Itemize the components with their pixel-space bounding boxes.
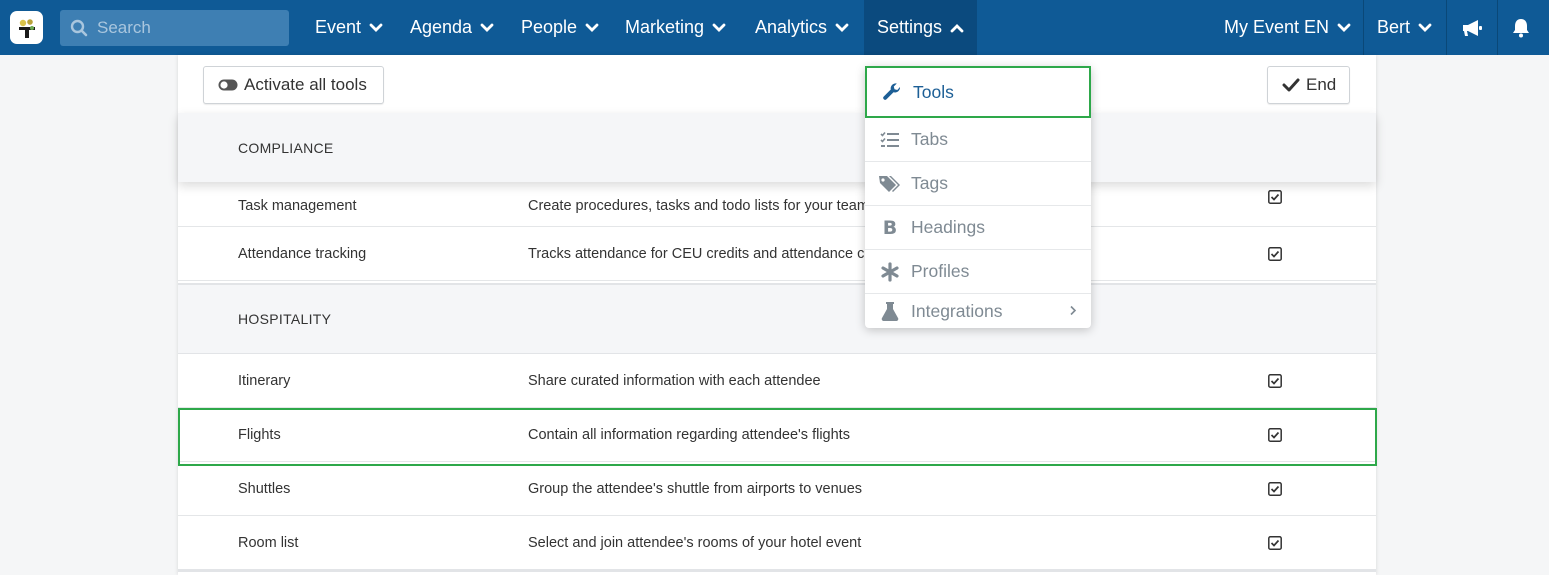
checkbox-checked-icon[interactable] [1268,536,1282,550]
menu-item-integrations[interactable]: Integrations [865,294,1091,328]
flask-icon [878,301,902,321]
checkbox-checked-icon[interactable] [1268,481,1282,496]
menu-item-label: Tabs [911,129,948,149]
chevron-down-icon [835,23,849,33]
chevron-down-icon [480,23,494,33]
section-title: HOSPITALITY [238,311,332,327]
tools-toolbar: Activate all tools End [178,55,1376,113]
end-label: End [1306,75,1337,94]
chevron-down-icon [585,23,599,33]
event-selector-label: My Event EN [1224,17,1330,37]
menu-item-tags[interactable]: Tags [865,162,1091,206]
activate-all-tools-label: Activate all tools [244,75,367,94]
table-row: Attendance tracking Tracks attendance fo… [178,227,1376,281]
section-header-compliance: COMPLIANCE [178,113,1376,182]
menu-item-label: Profiles [911,261,970,281]
event-selector[interactable]: My Event EN [1211,0,1364,55]
tool-description: Group the attendee's shuttle from airpor… [528,480,863,497]
nav-agenda[interactable]: Agenda [397,0,507,55]
tools-panel: Activate all tools End COMPLIANCE Task m… [178,55,1376,575]
nav-settings[interactable]: Settings [864,0,977,55]
table-row: Room list Select and join attendee's roo… [178,516,1376,570]
tool-name: Flights [238,426,281,443]
top-navbar: Search Event Agenda People Marketing Ana… [0,0,1549,55]
nav-people-label: People [521,17,578,37]
nav-people[interactable]: People [508,0,612,55]
nav-settings-label: Settings [877,17,943,37]
table-row: Flights Contain all information regardin… [178,408,1376,462]
menu-item-label: Integrations [911,300,1003,321]
nav-analytics[interactable]: Analytics [742,0,862,55]
menu-item-headings[interactable]: B Headings [865,206,1091,250]
list-check-icon [878,131,902,149]
search-input[interactable]: Search [97,18,151,38]
tool-name: Task management [238,198,357,214]
bell-icon [1512,18,1529,37]
nav-event-label: Event [315,17,362,37]
chevron-down-icon [1418,23,1432,33]
tool-description: Create procedures, tasks and todo lists … [528,198,869,214]
checkbox-checked-icon[interactable] [1268,246,1282,261]
tool-name: Room list [238,535,299,551]
tool-name: Itinerary [238,372,291,389]
checkbox-checked-icon[interactable] [1268,190,1282,204]
checkbox-checked-icon[interactable] [1268,427,1282,442]
table-row: Shuttles Group the attendee's shuttle fr… [178,462,1376,516]
end-button[interactable]: End [1267,66,1350,104]
toggle-icon [218,79,238,91]
table-row: Itinerary Share curated information with… [178,354,1376,408]
user-menu-label: Bert [1377,17,1411,37]
search-icon [70,19,88,37]
chevron-down-icon [369,23,383,33]
section-title: COMPLIANCE [238,139,334,156]
wrench-icon [880,82,904,102]
settings-dropdown-menu: Tools Tabs Tags B Headings Profiles Inte… [865,66,1091,328]
section-header-hospitality: HOSPITALITY [178,283,1376,354]
checkbox-checked-icon[interactable] [1268,373,1282,388]
megaphone-icon [1463,19,1482,36]
nav-agenda-label: Agenda [410,17,473,37]
tool-name: Shuttles [238,480,291,497]
logo-icon [18,18,35,38]
tool-name: Attendance tracking [238,245,367,262]
tool-description: Contain all information regarding attend… [528,426,850,443]
table-row: Task management Create procedures, tasks… [178,182,1376,227]
menu-item-label: Tools [913,81,954,102]
bold-icon: B [882,216,898,239]
menu-item-tools[interactable]: Tools [865,66,1091,118]
menu-item-label: Tags [911,173,948,193]
announcements-button[interactable] [1447,0,1497,55]
chevron-right-icon [1069,301,1077,322]
search-box[interactable]: Search [60,10,289,46]
notifications-button[interactable] [1498,0,1543,55]
chevron-up-icon [950,23,964,33]
asterisk-icon [878,261,902,282]
menu-item-profiles[interactable]: Profiles [865,250,1091,294]
tool-description: Share curated information with each atte… [528,372,821,389]
user-menu[interactable]: Bert [1364,0,1445,55]
nav-marketing[interactable]: Marketing [612,0,739,55]
chevron-down-icon [1337,23,1351,33]
nav-marketing-label: Marketing [625,17,705,37]
section-divider [178,569,1376,572]
tags-icon [878,175,902,193]
activate-all-tools-button[interactable]: Activate all tools [203,66,384,104]
menu-item-tabs[interactable]: Tabs [865,118,1091,162]
menu-item-label: Headings [911,217,985,237]
check-icon [1282,78,1300,92]
chevron-down-icon [712,23,726,33]
app-logo[interactable] [10,11,43,44]
nav-event[interactable]: Event [302,0,396,55]
tool-description: Select and join attendee's rooms of your… [528,535,862,551]
nav-analytics-label: Analytics [755,17,828,37]
